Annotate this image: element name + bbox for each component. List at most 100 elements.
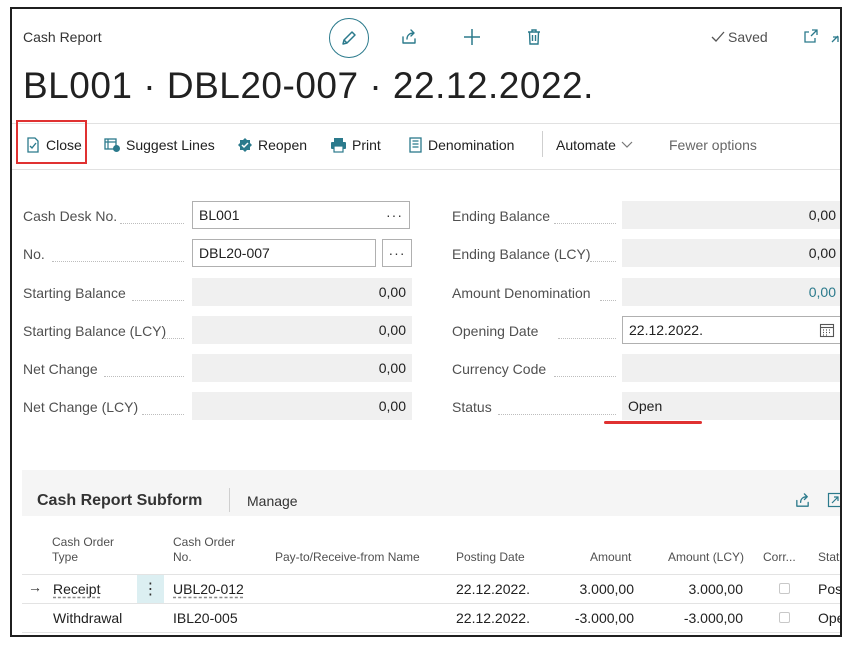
denomination-button[interactable]: Denomination — [408, 134, 514, 156]
column-header-corr[interactable]: Corr... — [763, 550, 796, 565]
cash-report-card: Cash Report Saved BL001 · DBL20-007 · 22… — [10, 7, 842, 637]
amount-denomination-label: Amount Denomination — [452, 285, 591, 301]
posting-date-cell: 22.12.2022. — [456, 581, 530, 597]
page-title: BL001 · DBL20-007 · 22.12.2022. — [23, 65, 594, 106]
suggest-lines-button[interactable]: Suggest Lines — [104, 134, 215, 156]
ending-balance-lcy-field: 0,00 — [622, 239, 840, 267]
print-label: Print — [352, 137, 381, 153]
delete-button[interactable] — [522, 25, 546, 49]
selected-row-arrow-icon: → — [28, 579, 42, 595]
cash-order-type-cell: Withdrawal — [53, 610, 123, 626]
net-change-label: Net Change — [23, 361, 98, 377]
cash-order-no-cell[interactable]: UBL20-012 — [173, 581, 244, 597]
amount-denomination-field[interactable]: 0,00 — [622, 278, 840, 306]
amount-denomination-value[interactable]: 0,00 — [809, 284, 836, 300]
subform-share-button[interactable] — [792, 490, 812, 510]
table-row[interactable]: → Receipt ⋮ UBL20-012 22.12.2022. 3.000,… — [22, 575, 842, 603]
fewer-options-button[interactable]: Fewer options — [669, 134, 757, 156]
leader-dots — [132, 299, 184, 301]
vertical-ellipsis-icon: ⋮ — [142, 581, 159, 598]
no-assist-button[interactable]: ··· — [382, 239, 412, 267]
print-button[interactable]: Print — [330, 134, 381, 156]
reopen-icon — [237, 137, 253, 153]
status-label: Status — [452, 399, 492, 415]
ending-balance-lcy-label: Ending Balance (LCY) — [452, 246, 591, 262]
status-field: Open — [622, 392, 840, 420]
action-separator — [542, 131, 543, 157]
more-options-icon[interactable]: ··· — [386, 207, 403, 223]
manage-menu[interactable]: Manage — [247, 493, 298, 509]
subform-grid: Cash Order Type Cash Order No. Pay-to/Re… — [22, 516, 842, 635]
column-header-amount-lcy[interactable]: Amount (LCY) — [668, 550, 744, 565]
column-header-posting-date[interactable]: Posting Date — [456, 550, 525, 565]
status-highlight-underline — [604, 421, 702, 424]
column-header-amount[interactable]: Amount — [590, 550, 631, 565]
saved-status: Saved — [711, 29, 768, 45]
cash-desk-no-value: BL001 — [199, 207, 240, 223]
saved-label: Saved — [728, 29, 768, 45]
suggest-lines-label: Suggest Lines — [126, 137, 215, 153]
opening-date-field[interactable]: 22.12.2022. — [622, 316, 840, 344]
subform-expand-button[interactable] — [825, 490, 840, 510]
no-value: DBL20-007 — [199, 245, 270, 261]
table-row[interactable]: Withdrawal IBL20-005 22.12.2022. -3.000,… — [22, 604, 840, 632]
fewer-options-label: Fewer options — [669, 137, 757, 153]
cash-desk-no-label: Cash Desk No. — [23, 208, 118, 224]
leader-dots — [554, 375, 616, 377]
new-button[interactable] — [460, 25, 484, 49]
collapse-button[interactable] — [830, 25, 840, 47]
calendar-icon[interactable] — [819, 322, 835, 338]
automate-menu[interactable]: Automate — [556, 134, 633, 156]
correction-checkbox[interactable] — [779, 583, 790, 594]
suggest-lines-icon — [104, 137, 121, 153]
currency-code-field — [622, 354, 840, 382]
net-change-lcy-field: 0,00 — [192, 392, 412, 420]
cash-report-subform: Cash Report Subform Manage Cash Order Ty… — [22, 470, 842, 635]
column-header-cash-order-no[interactable]: Cash Order No. — [173, 535, 253, 565]
open-new-window-button[interactable] — [800, 25, 822, 47]
trash-icon — [526, 28, 542, 46]
cash-desk-no-field[interactable]: BL001 ··· — [192, 201, 410, 229]
currency-code-label: Currency Code — [452, 361, 547, 377]
starting-balance-field: 0,00 — [192, 278, 412, 306]
leader-dots — [600, 299, 616, 301]
reopen-button[interactable]: Reopen — [237, 134, 307, 156]
denomination-label: Denomination — [428, 137, 515, 153]
subform-title[interactable]: Cash Report Subform — [37, 492, 202, 510]
leader-dots — [142, 413, 184, 415]
share-icon — [794, 492, 811, 509]
share-button[interactable] — [397, 25, 421, 49]
column-header-status[interactable]: Statu — [818, 550, 840, 565]
pencil-icon — [340, 29, 358, 47]
starting-balance-label: Starting Balance — [23, 285, 126, 301]
edit-button[interactable] — [329, 18, 369, 58]
open-new-window-icon — [803, 28, 819, 44]
ending-balance-field: 0,00 — [622, 201, 840, 229]
amount-lcy-cell: -3.000,00 — [683, 610, 743, 626]
correction-checkbox[interactable] — [779, 612, 790, 623]
leader-dots — [590, 260, 616, 262]
collapse-icon — [830, 28, 840, 44]
close-button[interactable]: Close — [25, 134, 82, 156]
column-header-cash-order-type[interactable]: Cash Order Type — [52, 535, 142, 565]
row-actions-button[interactable]: ⋮ — [137, 575, 164, 603]
automate-label: Automate — [556, 137, 616, 153]
status-cell: Pos — [818, 581, 842, 597]
leader-dots — [498, 413, 616, 415]
cash-order-no-cell[interactable]: IBL20-005 — [173, 610, 238, 626]
opening-date-value: 22.12.2022. — [629, 322, 703, 338]
no-label: No. — [23, 246, 45, 262]
cash-order-type-cell[interactable]: Receipt — [53, 581, 100, 597]
column-header-pay-to[interactable]: Pay-to/Receive-from Name — [275, 550, 420, 565]
starting-balance-lcy-field: 0,00 — [192, 316, 412, 344]
leader-dots — [120, 222, 184, 224]
leader-dots — [104, 375, 184, 377]
posting-date-cell: 22.12.2022. — [456, 610, 530, 626]
printer-icon — [330, 137, 347, 153]
no-field[interactable]: DBL20-007 — [192, 239, 376, 267]
amount-cell: -3.000,00 — [574, 610, 634, 626]
plus-icon — [462, 27, 482, 47]
net-change-lcy-label: Net Change (LCY) — [23, 399, 139, 415]
divider — [12, 123, 840, 124]
reopen-label: Reopen — [258, 137, 308, 153]
